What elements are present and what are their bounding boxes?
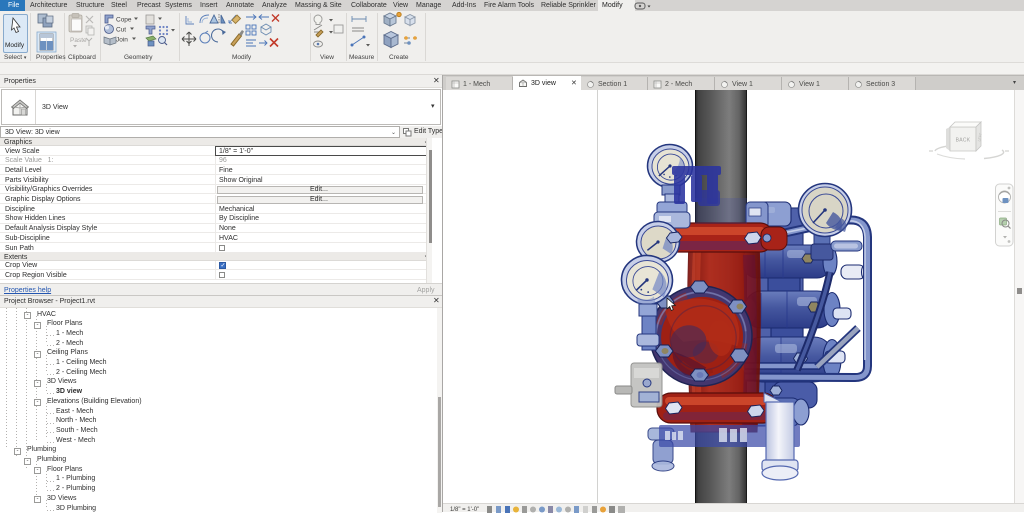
svg-text:Cope: Cope xyxy=(116,17,132,24)
svg-text:Cut: Cut xyxy=(116,27,126,34)
svg-text:LEFT: LEFT xyxy=(977,132,983,142)
svg-text:Join: Join xyxy=(116,37,128,44)
svg-text:BACK: BACK xyxy=(956,138,971,144)
svg-text:Paste: Paste xyxy=(70,37,87,44)
